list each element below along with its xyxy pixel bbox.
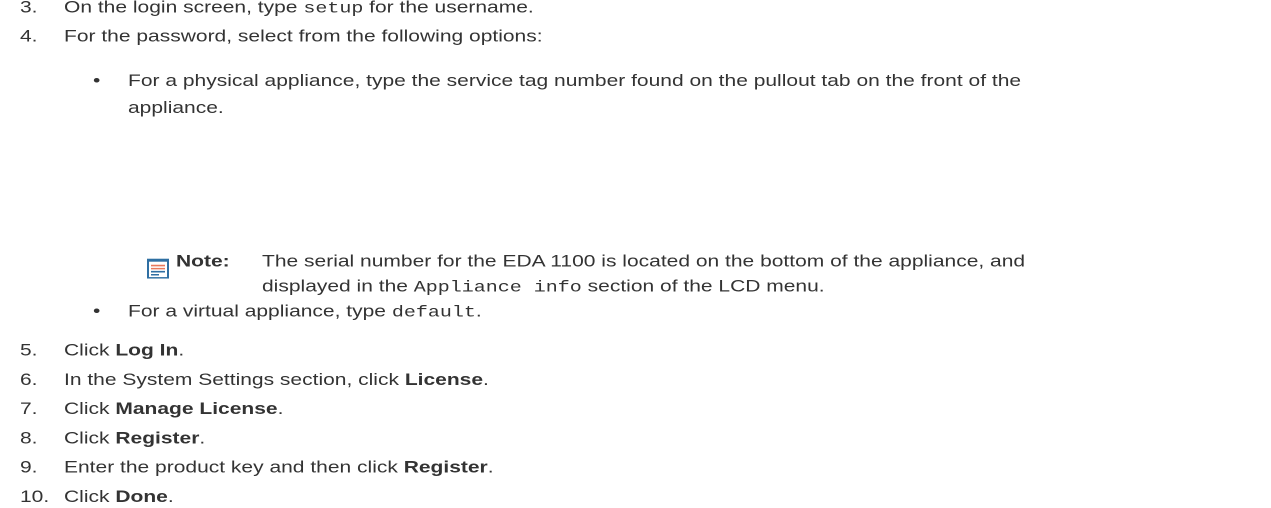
step-text: Enter the product key and then click Reg…: [64, 458, 494, 477]
step-text: Click Done.: [64, 487, 174, 506]
bullet-glyph: •: [93, 302, 101, 321]
step-number: 10.: [20, 487, 50, 506]
ui-label: Register: [403, 458, 488, 477]
step-number: 9.: [20, 458, 38, 477]
note-text-line2: displayed in the Appliance info section …: [262, 277, 825, 298]
ui-label: License: [404, 370, 484, 389]
step-text: For the password, select from the follow…: [64, 27, 543, 46]
step-number: 6.: [20, 370, 38, 389]
step-number: 3.: [20, 0, 38, 17]
bullet-glyph: •: [93, 72, 101, 91]
step-number: 5.: [20, 341, 38, 360]
step-text: In the System Settings section, click Li…: [64, 370, 489, 389]
code-appliance-info: Appliance info: [413, 279, 582, 298]
step-number: 4.: [20, 27, 38, 46]
step-number: 7.: [20, 400, 38, 418]
bullet-text: For a virtual appliance, type default.: [128, 302, 482, 322]
ui-label: Manage License: [115, 400, 278, 418]
ui-label: Log In: [115, 341, 179, 360]
ui-label: Done: [115, 487, 168, 506]
bullet-text: appliance.: [128, 99, 224, 117]
bullet-text: For a physical appliance, type the servi…: [128, 72, 1022, 91]
code-setup: setup: [303, 0, 364, 18]
note-text-line1: The serial number for the EDA 1100 is lo…: [262, 252, 1026, 271]
step-text: On the login screen, type setup for the …: [64, 0, 534, 18]
ui-label: Register: [115, 429, 200, 448]
code-default: default: [391, 304, 476, 322]
step-number: 8.: [20, 429, 38, 448]
note-icon: [147, 258, 169, 279]
step-text: Click Register.: [64, 429, 206, 448]
step-text: Click Manage License.: [64, 400, 284, 418]
step-text: Click Log In.: [64, 341, 185, 360]
note-label: Note:: [176, 252, 230, 271]
